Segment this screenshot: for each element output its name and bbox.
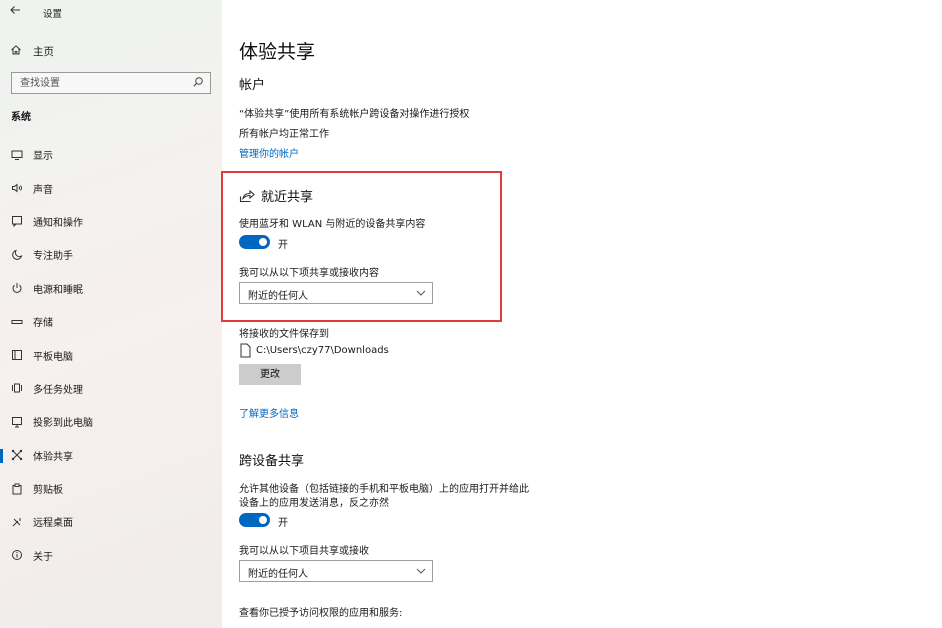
sidebar: 设置 主页 系统 显示 声音 通知和操作 专注助手 bbox=[0, 0, 222, 628]
nearby-sharing-toggle-state: 开 bbox=[278, 240, 288, 251]
sidebar-item-sound[interactable]: 声音 bbox=[0, 171, 222, 204]
sidebar-item-label: 多任务处理 bbox=[33, 384, 83, 396]
sidebar-item-display[interactable]: 显示 bbox=[0, 138, 222, 171]
sidebar-item-label: 平板电脑 bbox=[33, 351, 73, 363]
sidebar-item-label: 远程桌面 bbox=[33, 518, 73, 530]
sidebar-item-notifications[interactable]: 通知和操作 bbox=[0, 205, 222, 238]
clipboard-icon bbox=[10, 482, 24, 496]
sidebar-item-label: 声音 bbox=[33, 184, 53, 196]
cross-device-heading: 跨设备共享 bbox=[239, 454, 305, 469]
dropdown-value: 附近的任何人 bbox=[248, 291, 308, 302]
sidebar-item-label: 电源和睡眠 bbox=[33, 284, 83, 296]
cross-device-description-line2: 设备上的应用发送消息，反之亦然 bbox=[239, 498, 389, 509]
toggle-knob bbox=[259, 238, 267, 246]
sidebar-item-clipboard[interactable]: 剪贴板 bbox=[0, 472, 222, 505]
sidebar-item-multitasking[interactable]: 多任务处理 bbox=[0, 372, 222, 405]
sidebar-item-label: 剪贴板 bbox=[33, 485, 63, 497]
tablet-icon bbox=[10, 348, 24, 362]
info-icon bbox=[10, 548, 24, 562]
nearby-sharing-heading: 就近共享 bbox=[261, 190, 314, 205]
file-icon bbox=[240, 343, 251, 358]
sidebar-item-storage[interactable]: 存储 bbox=[0, 305, 222, 338]
nearby-sharing-toggle[interactable] bbox=[239, 235, 270, 249]
section-label: 系统 bbox=[11, 112, 31, 123]
page-title: 体验共享 bbox=[239, 41, 316, 63]
nearby-share-from-dropdown[interactable]: 附近的任何人 bbox=[239, 282, 433, 304]
cross-device-description-line1: 允许其他设备（包括链接的手机和平板电脑）上的应用打开并给此 bbox=[239, 484, 529, 495]
sidebar-item-tablet[interactable]: 平板电脑 bbox=[0, 338, 222, 371]
notification-icon bbox=[10, 214, 24, 228]
multitask-icon bbox=[10, 381, 24, 395]
back-arrow-icon[interactable] bbox=[9, 4, 27, 20]
sidebar-item-label: 存储 bbox=[33, 318, 53, 330]
sidebar-item-project[interactable]: 投影到此电脑 bbox=[0, 405, 222, 438]
dropdown-value: 附近的任何人 bbox=[248, 569, 308, 580]
toggle-knob bbox=[259, 516, 267, 524]
storage-icon bbox=[10, 315, 24, 329]
manage-accounts-link[interactable]: 管理你的帐户 bbox=[239, 145, 299, 160]
remote-desktop-icon bbox=[10, 515, 24, 529]
sidebar-item-label: 通知和操作 bbox=[33, 217, 83, 229]
project-icon bbox=[10, 415, 24, 429]
sidebar-item-label: 体验共享 bbox=[33, 451, 73, 463]
moon-icon bbox=[10, 248, 24, 262]
sidebar-item-label: 显示 bbox=[33, 151, 53, 163]
learn-more-link[interactable]: 了解更多信息 bbox=[239, 405, 299, 420]
search-input[interactable] bbox=[12, 73, 187, 93]
main-panel: 体验共享 帐户 “体验共享”使用所有系统帐户跨设备对操作进行授权 所有帐户均正常… bbox=[222, 0, 942, 628]
cross-device-share-label: 我可以从以下项目共享或接收 bbox=[239, 546, 369, 557]
monitor-icon bbox=[10, 148, 24, 162]
sidebar-item-label: 主页 bbox=[33, 45, 54, 58]
home-icon bbox=[10, 44, 24, 59]
permissions-label: 查看你已授予访问权限的应用和服务: bbox=[239, 608, 403, 619]
sidebar-item-home[interactable]: 主页 bbox=[10, 43, 54, 59]
nearby-sharing-description: 使用蓝牙和 WLAN 与附近的设备共享内容 bbox=[239, 219, 426, 230]
nearby-share-icon bbox=[239, 187, 256, 203]
cross-device-share-dropdown[interactable]: 附近的任何人 bbox=[239, 560, 433, 582]
nav-list: 显示 声音 通知和操作 专注助手 电源和睡眠 存储 平板电脑 多任务处理 投影到… bbox=[0, 138, 222, 572]
sidebar-item-label: 关于 bbox=[33, 551, 53, 563]
save-location-path: C:\Users\czy77\Downloads bbox=[256, 345, 389, 356]
cross-device-toggle[interactable] bbox=[239, 513, 270, 527]
search-icon bbox=[192, 76, 204, 90]
change-location-button[interactable]: 更改 bbox=[239, 364, 301, 385]
search-field[interactable] bbox=[11, 72, 211, 94]
speaker-icon bbox=[10, 181, 24, 195]
sidebar-item-label: 投影到此电脑 bbox=[33, 418, 93, 430]
accounts-description: “体验共享”使用所有系统帐户跨设备对操作进行授权 bbox=[239, 109, 470, 120]
sidebar-item-about[interactable]: 关于 bbox=[0, 539, 222, 572]
sidebar-item-remote-desktop[interactable]: 远程桌面 bbox=[0, 505, 222, 538]
sidebar-item-power-sleep[interactable]: 电源和睡眠 bbox=[0, 272, 222, 305]
active-indicator bbox=[0, 448, 3, 463]
chevron-down-icon bbox=[416, 288, 426, 298]
sidebar-item-label: 专注助手 bbox=[33, 251, 73, 263]
app-title: 设置 bbox=[43, 9, 63, 20]
accounts-heading: 帐户 bbox=[239, 78, 266, 93]
save-location-label: 将接收的文件保存到 bbox=[239, 329, 329, 340]
title-bar: 设置 bbox=[0, 0, 222, 24]
shared-experiences-icon bbox=[10, 448, 24, 462]
sidebar-item-focus-assist[interactable]: 专注助手 bbox=[0, 238, 222, 271]
power-icon bbox=[10, 281, 24, 295]
cross-device-toggle-state: 开 bbox=[278, 518, 288, 529]
sidebar-item-shared-experiences[interactable]: 体验共享 bbox=[0, 439, 222, 472]
nearby-share-from-label: 我可以从以下项共享或接收内容 bbox=[239, 268, 379, 279]
accounts-status: 所有帐户均正常工作 bbox=[239, 129, 329, 140]
chevron-down-icon bbox=[416, 566, 426, 576]
